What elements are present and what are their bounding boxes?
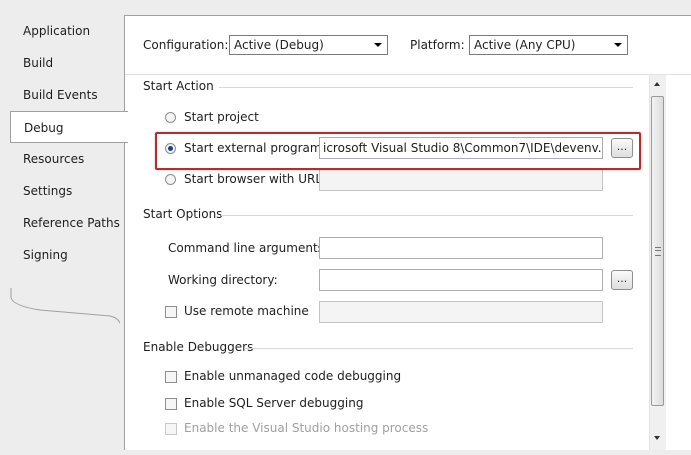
configuration-dropdown[interactable]: Active (Debug) xyxy=(229,35,388,55)
start-browser-label: Start browser with URL: xyxy=(184,172,327,186)
chevron-down-icon xyxy=(614,43,622,47)
use-remote-machine-label: Use remote machine xyxy=(184,304,309,318)
tab-signing[interactable]: Signing xyxy=(10,239,124,271)
tab-build-events[interactable]: Build Events xyxy=(10,79,124,111)
enable-hosting-process-checkbox[interactable] xyxy=(165,423,177,435)
grip-icon xyxy=(655,247,661,256)
scrollbar-thumb[interactable] xyxy=(651,96,664,406)
platform-dropdown[interactable]: Active (Any CPU) xyxy=(469,35,628,55)
working-directory-field[interactable] xyxy=(319,269,603,291)
enable-sql-debugging-checkbox[interactable] xyxy=(165,398,177,410)
use-remote-machine-checkbox[interactable] xyxy=(165,306,177,318)
enable-unmanaged-debugging-label: Enable unmanaged code debugging xyxy=(184,369,402,383)
browser-url-field[interactable] xyxy=(319,169,603,191)
tab-resources[interactable]: Resources xyxy=(10,143,124,175)
debug-properties-panel: Configuration: Active (Debug) Platform: … xyxy=(124,15,691,450)
section-divider xyxy=(245,348,633,349)
start-project-radio[interactable] xyxy=(165,112,176,123)
enable-sql-debugging-label: Enable SQL Server debugging xyxy=(184,396,364,410)
tab-settings[interactable]: Settings xyxy=(10,175,124,207)
enable-hosting-process-label: Enable the Visual Studio hosting process xyxy=(184,421,429,435)
command-line-arguments-label: Command line arguments: xyxy=(168,241,328,255)
start-action-title: Start Action xyxy=(143,79,214,93)
property-tabs: Application Build Build Events Debug Res… xyxy=(0,0,128,455)
section-divider xyxy=(219,87,633,88)
enable-debuggers-title: Enable Debuggers xyxy=(143,340,254,354)
working-directory-browse-button[interactable]: ... xyxy=(611,270,633,290)
configuration-label: Configuration: xyxy=(143,38,229,52)
working-directory-label: Working directory: xyxy=(168,273,278,287)
tab-application[interactable]: Application xyxy=(10,15,124,47)
configuration-bar: Configuration: Active (Debug) Platform: … xyxy=(125,16,691,75)
platform-value: Active (Any CPU) xyxy=(474,38,576,52)
enable-unmanaged-debugging-checkbox[interactable] xyxy=(165,371,177,383)
start-project-label: Start project xyxy=(184,110,259,124)
chevron-down-icon xyxy=(374,43,382,47)
start-browser-radio[interactable] xyxy=(165,174,176,185)
start-options-title: Start Options xyxy=(143,207,223,221)
tab-build[interactable]: Build xyxy=(10,47,124,79)
remote-machine-field[interactable] xyxy=(319,301,603,323)
section-divider xyxy=(221,215,633,216)
scroll-down-arrow-icon[interactable] xyxy=(654,436,660,440)
tab-strip-border xyxy=(10,288,120,325)
tab-reference-paths[interactable]: Reference Paths xyxy=(10,207,124,239)
platform-label: Platform: xyxy=(410,38,465,52)
vertical-scrollbar[interactable] xyxy=(649,75,666,450)
external-program-highlight xyxy=(155,132,641,170)
command-line-arguments-field[interactable] xyxy=(319,237,603,259)
tab-debug[interactable]: Debug xyxy=(10,111,128,143)
configuration-value: Active (Debug) xyxy=(234,38,324,52)
scroll-up-arrow-icon[interactable] xyxy=(654,82,660,86)
